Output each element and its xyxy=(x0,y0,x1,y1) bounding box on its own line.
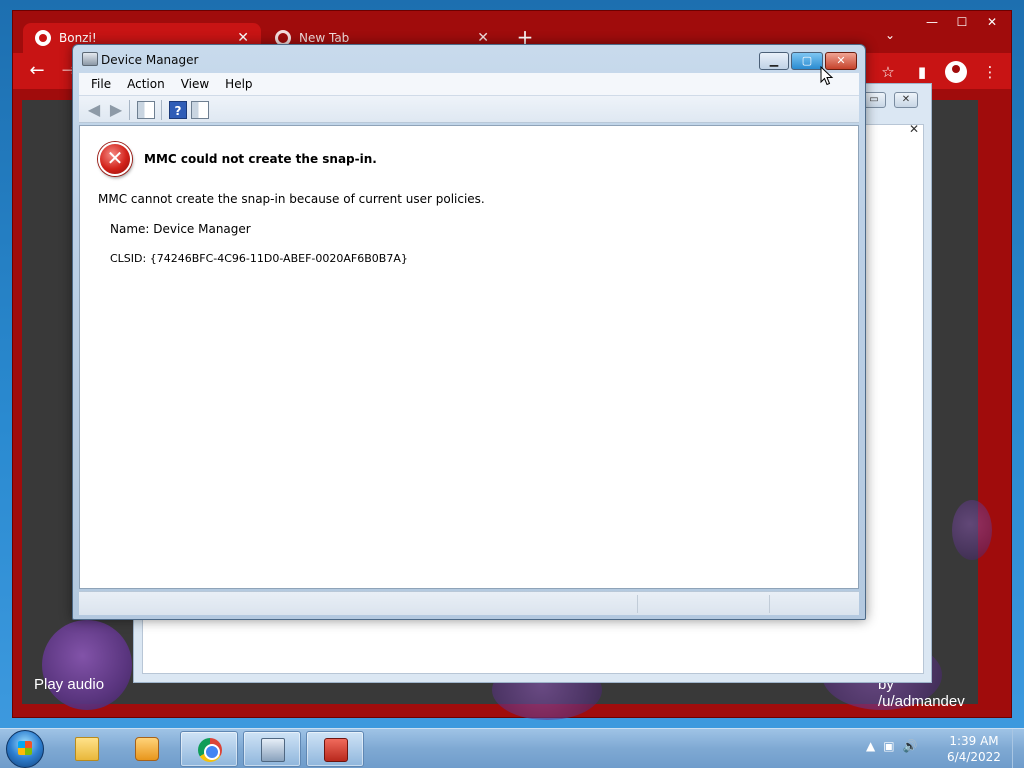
kebab-menu-icon[interactable]: ⋮ xyxy=(979,61,1001,83)
volume-icon[interactable]: 🔊 xyxy=(903,739,918,753)
profile-icon[interactable] xyxy=(945,61,967,83)
snap-in-error-pane: ✕ MMC could not create the snap-in. MMC … xyxy=(79,125,859,589)
minimize-button[interactable]: — xyxy=(917,13,947,31)
minimize-button[interactable]: ▁ xyxy=(759,52,789,70)
tab-title: Bonzi! xyxy=(59,31,97,45)
mouse-cursor-icon xyxy=(820,66,834,86)
taskbar-chrome[interactable] xyxy=(180,731,238,767)
network-icon xyxy=(261,738,285,762)
network-tray-icon[interactable]: ▣ xyxy=(883,739,894,753)
window-title: Device Manager xyxy=(101,53,199,67)
notification-area: ▲ ▣ 🔊 xyxy=(866,739,918,753)
folder-icon xyxy=(75,737,99,761)
toolbar-separator xyxy=(129,100,130,120)
menu-file[interactable]: File xyxy=(85,75,117,93)
maximize-button[interactable]: ☐ xyxy=(947,13,977,31)
chrome-window-controls: — ☐ ✕ xyxy=(917,13,1007,31)
snap-in-name: Name: Device Manager xyxy=(110,222,251,236)
taskbar-media-player[interactable] xyxy=(118,731,176,767)
show-desktop-button[interactable] xyxy=(1012,729,1024,768)
media-player-icon xyxy=(135,737,159,761)
help-icon[interactable]: ? xyxy=(169,101,187,119)
show-hide-action-pane-icon[interactable] xyxy=(191,101,209,119)
taskbar-device-manager[interactable] xyxy=(306,731,364,767)
show-hide-console-tree-icon[interactable] xyxy=(137,101,155,119)
bonzi-character-image xyxy=(42,620,132,710)
status-bar xyxy=(79,591,859,615)
site-favicon-icon xyxy=(35,30,51,46)
chrome-icon xyxy=(198,738,222,762)
clock[interactable]: 1:39 AM 6/4/2022 xyxy=(944,733,1004,765)
maximize-button[interactable]: ▢ xyxy=(791,52,823,70)
menu-view[interactable]: View xyxy=(175,75,215,93)
taskbar: ▲ ▣ 🔊 1:39 AM 6/4/2022 xyxy=(0,728,1024,768)
bonzi-character-image xyxy=(952,500,992,560)
status-separator xyxy=(637,595,638,613)
toolbox-icon xyxy=(324,738,348,762)
back-arrow-icon[interactable]: ◀ xyxy=(85,101,103,119)
mmc-toolbar: ◀ ▶ ? xyxy=(79,95,859,123)
side-panel-icon[interactable]: ▮ xyxy=(911,61,933,83)
snap-in-clsid: CLSID: {74246BFC-4C96-11D0-ABEF-0020AF6B… xyxy=(110,252,408,265)
taskbar-explorer[interactable] xyxy=(58,731,116,767)
toolbar-separator xyxy=(161,100,162,120)
show-hidden-icons-icon[interactable]: ▲ xyxy=(866,739,875,753)
device-manager-icon xyxy=(82,52,98,66)
device-manager-window: Device Manager ▁ ▢ ✕ File Action View He… xyxy=(72,44,866,620)
forward-arrow-icon[interactable]: ▶ xyxy=(107,101,125,119)
tab-title: New Tab xyxy=(299,31,350,45)
menu-help[interactable]: Help xyxy=(219,75,258,93)
toolbar-icons: ☆ ▮ ⋮ xyxy=(877,61,1001,83)
close-button[interactable]: ✕ xyxy=(977,13,1007,31)
error-title: MMC could not create the snap-in. xyxy=(144,152,377,166)
play-audio-label[interactable]: Play audio xyxy=(34,676,104,693)
bg-close-button[interactable]: ✕ xyxy=(894,92,918,108)
tab-search-chevron-icon[interactable]: ⌄ xyxy=(885,28,895,42)
star-icon[interactable]: ☆ xyxy=(877,61,899,83)
back-icon[interactable]: ← xyxy=(25,59,49,83)
menu-action[interactable]: Action xyxy=(121,75,171,93)
close-icon[interactable]: ✕ xyxy=(909,122,919,136)
menu-bar: File Action View Help xyxy=(79,73,859,95)
clock-date: 6/4/2022 xyxy=(947,750,1001,764)
status-separator xyxy=(769,595,770,613)
taskbar-network[interactable] xyxy=(243,731,301,767)
clock-time: 1:39 AM xyxy=(949,734,999,748)
start-button[interactable] xyxy=(6,730,44,768)
error-icon: ✕ xyxy=(98,142,132,176)
error-message: MMC cannot create the snap-in because of… xyxy=(98,192,485,206)
